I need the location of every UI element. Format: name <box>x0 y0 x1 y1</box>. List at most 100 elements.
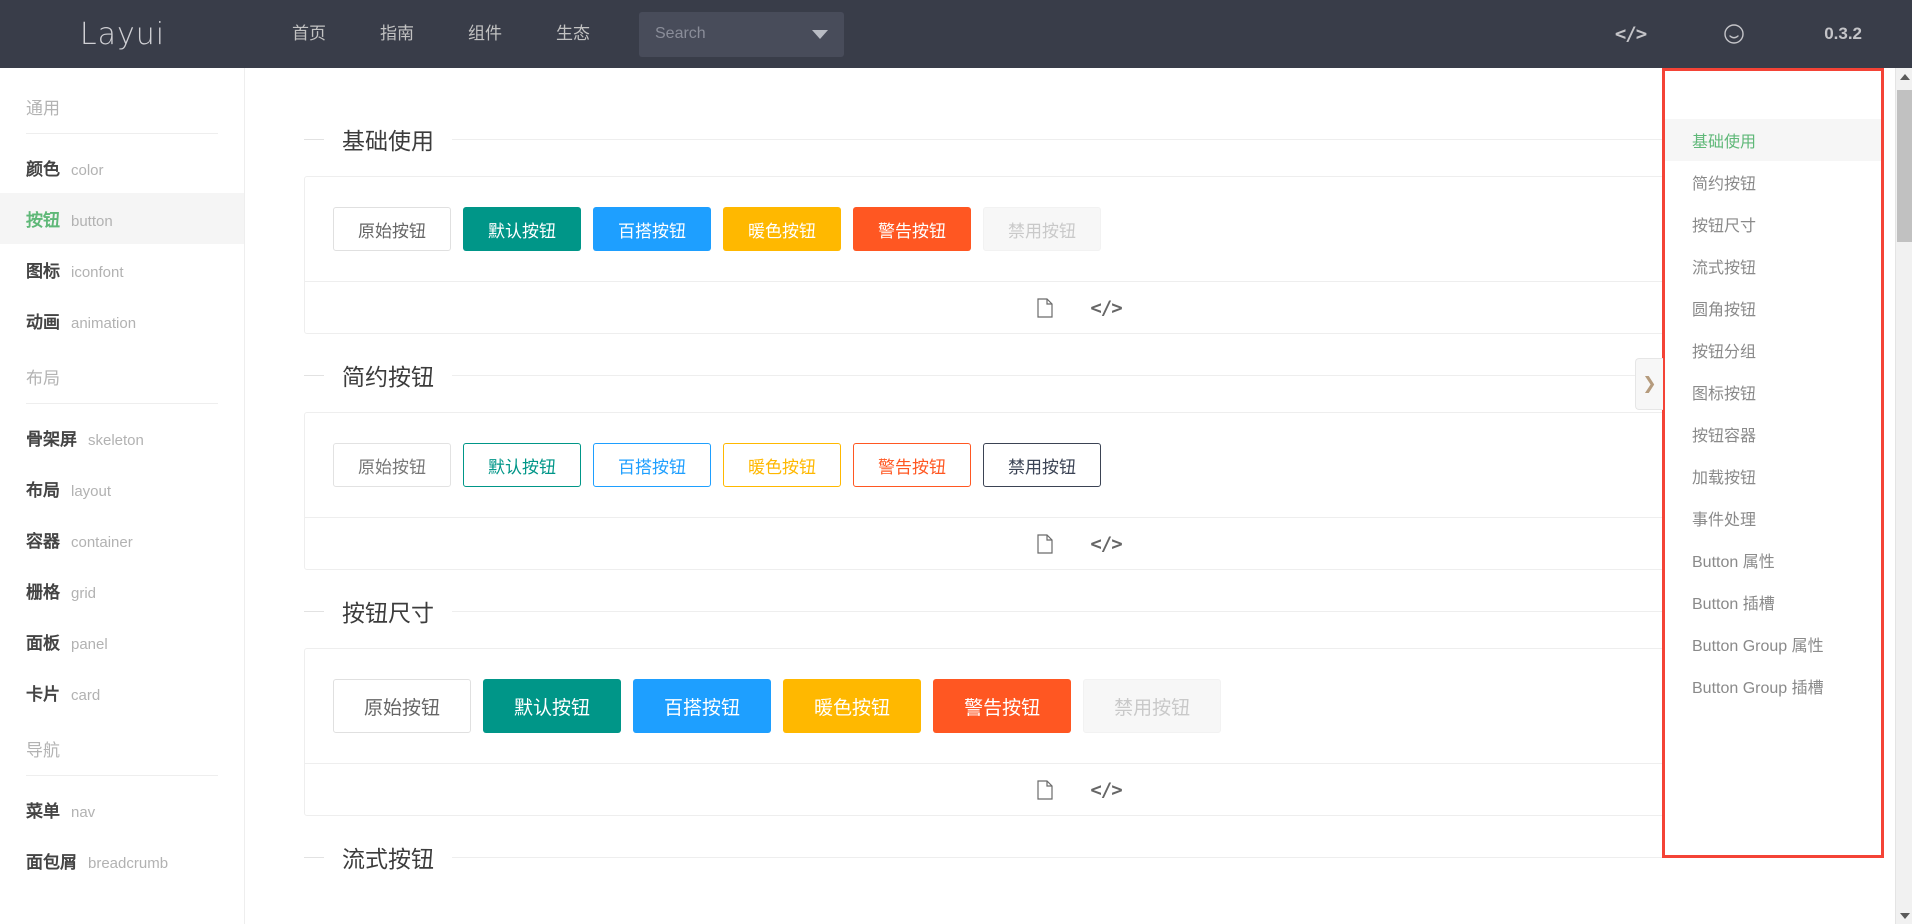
scrollbar-thumb[interactable] <box>1897 90 1912 242</box>
section-rule <box>452 138 1854 140</box>
code-icon[interactable]: </> <box>1090 297 1122 319</box>
sidebar-group-title-general: 通用 <box>26 99 60 118</box>
top-header: Layui 首页 指南 组件 生态 </> 0.3.2 <box>0 0 1912 68</box>
sidebar-item-card[interactable]: 卡片 card <box>0 667 244 718</box>
sidebar-item-container[interactable]: 容器 container <box>0 514 244 565</box>
sidebar-item-grid[interactable]: 栅格 grid <box>0 565 244 616</box>
left-sidebar[interactable]: 通用 颜色 color 按钮 button 图标 iconfont 动画 ani… <box>0 68 245 924</box>
sidebar-item-panel[interactable]: 面板 panel <box>0 616 244 667</box>
sidebar-item-label-cn: 栅格 <box>26 583 60 602</box>
sidebar-item-label-en: card <box>71 687 101 704</box>
sidebar-item-nav[interactable]: 菜单 nav <box>0 784 244 835</box>
sidebar-divider <box>26 133 218 134</box>
nav-item-ecosystem[interactable]: 生态 <box>529 0 617 68</box>
toc-item-button-group[interactable]: 按钮分组 <box>1665 329 1881 371</box>
code-icon[interactable]: </> <box>1090 779 1122 801</box>
toc-item-basic-usage[interactable]: 基础使用 <box>1665 119 1881 161</box>
sidebar-item-button[interactable]: 按钮 button <box>0 193 244 244</box>
document-icon[interactable] <box>1036 297 1054 318</box>
sidebar-item-label-cn: 动画 <box>26 313 60 332</box>
toc-item-button-group-slots[interactable]: Button Group 插槽 <box>1665 665 1881 707</box>
button-outline-danger[interactable]: 警告按钮 <box>853 443 971 487</box>
sidebar-item-animation[interactable]: 动画 animation <box>0 295 244 346</box>
nav-item-home[interactable]: 首页 <box>265 0 353 68</box>
sidebar-item-breadcrumb[interactable]: 面包屑 breadcrumb <box>0 835 244 886</box>
nav-item-components[interactable]: 组件 <box>441 0 529 68</box>
section-header: 流式按钮 <box>304 816 1854 894</box>
sidebar-item-label-en: color <box>71 162 104 179</box>
sidebar-item-color[interactable]: 颜色 color <box>0 142 244 193</box>
code-icon[interactable]: </> <box>1577 23 1684 45</box>
sidebar-item-layout[interactable]: 布局 layout <box>0 463 244 514</box>
toc-item-event-handling[interactable]: 事件处理 <box>1665 497 1881 539</box>
chevron-right-icon[interactable]: ❯ <box>1635 358 1663 410</box>
search-box[interactable] <box>639 11 844 57</box>
toc-item-button-size[interactable]: 按钮尺寸 <box>1665 203 1881 245</box>
toc-item-button-slots[interactable]: Button 插槽 <box>1665 581 1881 623</box>
toc-item-button-container[interactable]: 按钮容器 <box>1665 413 1881 455</box>
header-right-actions: </> 0.3.2 <box>1577 22 1912 46</box>
demo-card-body: 原始按钮 默认按钮 百搭按钮 暖色按钮 警告按钮 禁用按钮 <box>305 177 1853 281</box>
sidebar-item-label-cn: 容器 <box>26 532 60 551</box>
sidebar-item-label-en: breadcrumb <box>88 855 169 872</box>
button-outline-warm[interactable]: 暖色按钮 <box>723 443 841 487</box>
chevron-down-icon[interactable] <box>812 29 828 39</box>
sidebar-item-skeleton[interactable]: 骨架屏 skeleton <box>0 412 244 463</box>
sidebar-item-label-cn: 按钮 <box>26 211 60 230</box>
button-outline-primary[interactable]: 原始按钮 <box>333 443 451 487</box>
demo-card-footer: </> <box>305 517 1853 569</box>
scroll-up-arrow-icon[interactable] <box>1896 68 1912 85</box>
site-logo[interactable]: Layui <box>0 17 245 52</box>
toc-item-button-props[interactable]: Button 属性 <box>1665 539 1881 581</box>
button-lg-danger[interactable]: 警告按钮 <box>933 679 1072 733</box>
sidebar-divider <box>26 775 218 776</box>
section-rule <box>452 610 1854 612</box>
demo-card-footer: </> <box>305 281 1853 333</box>
section-title: 按钮尺寸 <box>342 600 434 626</box>
smile-icon[interactable] <box>1684 22 1784 46</box>
button-outline-normal[interactable]: 默认按钮 <box>463 443 581 487</box>
button-outline-disabled[interactable]: 禁用按钮 <box>983 443 1101 487</box>
sidebar-item-label-en: animation <box>71 315 137 332</box>
document-icon[interactable] <box>1036 533 1054 554</box>
button-danger[interactable]: 警告按钮 <box>853 207 971 251</box>
document-icon[interactable] <box>1036 779 1054 800</box>
section-dash <box>304 856 324 858</box>
button-lg-primary-plain[interactable]: 原始按钮 <box>333 679 472 733</box>
version-label[interactable]: 0.3.2 <box>1784 24 1862 44</box>
sidebar-group-title-layout: 布局 <box>26 369 60 388</box>
button-lg-warm[interactable]: 暖色按钮 <box>783 679 922 733</box>
button-normal[interactable]: 默认按钮 <box>463 207 581 251</box>
button-lg-normal[interactable]: 默认按钮 <box>483 679 622 733</box>
section-rule <box>452 856 1854 858</box>
sidebar-item-label-en: layout <box>71 483 112 500</box>
page-scrollbar[interactable] <box>1895 68 1912 924</box>
sidebar-item-label-cn: 菜单 <box>26 802 60 821</box>
button-blue[interactable]: 百搭按钮 <box>593 207 711 251</box>
sidebar-item-label-en: nav <box>71 804 96 821</box>
nav-item-guide[interactable]: 指南 <box>353 0 441 68</box>
demo-card-footer: </> <box>305 763 1853 815</box>
section-title: 简约按钮 <box>342 364 434 390</box>
button-outline-blue[interactable]: 百搭按钮 <box>593 443 711 487</box>
toc-list: 基础使用 简约按钮 按钮尺寸 流式按钮 圆角按钮 按钮分组 图标按钮 按钮容器 … <box>1665 71 1881 707</box>
button-primary-plain[interactable]: 原始按钮 <box>333 207 451 251</box>
toc-item-plain-button[interactable]: 简约按钮 <box>1665 161 1881 203</box>
sidebar-item-iconfont[interactable]: 图标 iconfont <box>0 244 244 295</box>
section-header: 按钮尺寸 <box>304 570 1854 648</box>
toc-item-loading-button[interactable]: 加载按钮 <box>1665 455 1881 497</box>
toc-item-button-group-props[interactable]: Button Group 属性 <box>1665 623 1881 665</box>
toc-item-icon-button[interactable]: 图标按钮 <box>1665 371 1881 413</box>
button-lg-blue[interactable]: 百搭按钮 <box>633 679 772 733</box>
scroll-down-arrow-icon[interactable] <box>1896 907 1912 924</box>
layui-docs-page: Layui 首页 指南 组件 生态 </> 0.3.2 通用 <box>0 0 1912 924</box>
sidebar-item-label-cn: 面板 <box>26 634 60 653</box>
code-icon[interactable]: </> <box>1090 533 1122 555</box>
toc-item-radius-button[interactable]: 圆角按钮 <box>1665 287 1881 329</box>
button-warm[interactable]: 暖色按钮 <box>723 207 841 251</box>
toc-item-fluid-button[interactable]: 流式按钮 <box>1665 245 1881 287</box>
section-header: 基础使用 <box>304 98 1854 176</box>
sidebar-item-label-en: panel <box>71 636 108 653</box>
demo-card-body: 原始按钮 默认按钮 百搭按钮 暖色按钮 警告按钮 禁用按钮 <box>305 413 1853 517</box>
search-input[interactable] <box>639 12 789 56</box>
